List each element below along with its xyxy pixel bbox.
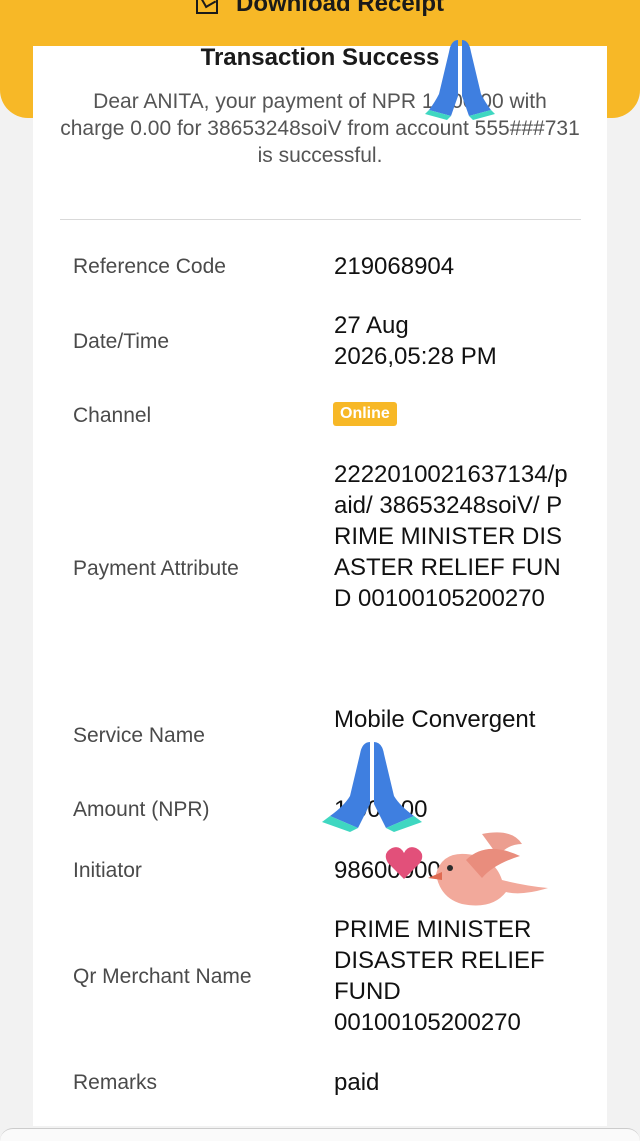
success-message: Dear ANITA, your payment of NPR 1,000.00… — [60, 90, 580, 167]
download-receipt-button[interactable]: Download Receipt — [0, 0, 640, 16]
initiator-label: Initiator — [73, 859, 142, 882]
payment-attribute-value: 2222010021637134/paid/ 38653248soiV/ PRI… — [334, 461, 568, 612]
qr-merchant-name-value: PRIME MINISTER DISASTER RELIEF FUND 0010… — [334, 916, 545, 1036]
payment-attribute-label: Payment Attribute — [73, 557, 239, 580]
channel-badge: Online — [333, 402, 397, 426]
praying-hands-icon — [322, 742, 422, 832]
reference-code-label: Reference Code — [73, 255, 226, 278]
remarks-label: Remarks — [73, 1071, 158, 1094]
page-title: Transaction Success — [200, 44, 440, 71]
divider — [60, 219, 581, 220]
service-name-label: Service Name — [73, 724, 205, 747]
qr-merchant-name-label: Qr Merchant Name — [73, 965, 252, 988]
date-time-label: Date/Time — [73, 330, 170, 353]
service-name-value: Mobile Convergent — [334, 706, 536, 733]
channel-label: Channel — [73, 404, 152, 427]
remarks-value: paid — [334, 1069, 380, 1096]
heart-icon — [385, 847, 423, 879]
bottom-sheet-handle — [0, 1128, 640, 1141]
amount-label: Amount (NPR) — [73, 798, 210, 821]
download-receipt-label: Download Receipt — [235, 0, 445, 16]
pdf-icon — [195, 0, 218, 14]
praying-hands-icon — [425, 40, 495, 120]
date-time-value: 27 Aug 2026,05:28 PM — [334, 312, 497, 370]
reference-code-value: 219068904 — [334, 253, 455, 280]
bird-icon — [428, 832, 548, 906]
